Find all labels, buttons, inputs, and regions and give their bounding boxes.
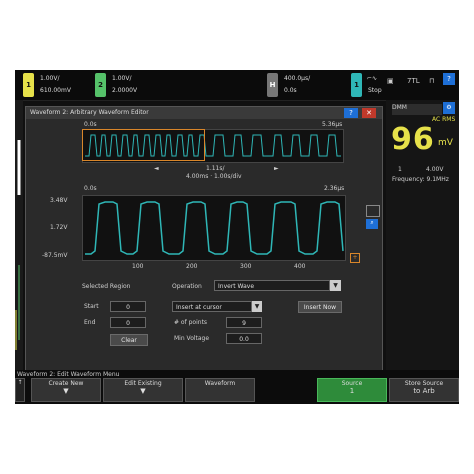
trigger-type-label[interactable]: 7TL bbox=[407, 77, 420, 85]
mode-icon[interactable]: ▣ bbox=[387, 77, 394, 85]
clear-button[interactable]: Clear bbox=[110, 334, 148, 346]
softkey-waveform[interactable]: Waveform bbox=[185, 378, 255, 402]
zoom-fit-icon[interactable] bbox=[366, 205, 380, 217]
softkey-store-source-label: Store Source bbox=[404, 380, 444, 387]
dmm-range: 4.00V bbox=[426, 166, 444, 173]
zoom-end-time: 2.36µs bbox=[324, 185, 345, 192]
selected-region-label: Selected Region bbox=[82, 283, 131, 290]
softkey-edit-existing[interactable]: Edit Existing ▼ bbox=[103, 378, 183, 402]
min-voltage-label: Min Voltage bbox=[174, 335, 210, 342]
softkey-create-new-arrow: ▼ bbox=[63, 387, 69, 395]
softkey-store-source-value: to Arb bbox=[413, 387, 435, 395]
insert-now-button[interactable]: Insert Now bbox=[298, 301, 342, 313]
dmm-frequency: Frequency: 9.1MHz bbox=[392, 176, 449, 183]
x-tick-200: 200 bbox=[186, 263, 198, 270]
dmm-unit: mV bbox=[438, 138, 453, 148]
nav-scale: 4.00ms · 1.00s/div bbox=[186, 173, 242, 180]
start-label: Start bbox=[84, 303, 99, 310]
operation-dropdown-icon[interactable]: ▼ bbox=[330, 280, 341, 291]
nav-left-arrow[interactable]: ◄ bbox=[154, 165, 159, 172]
cursor-marker-icon[interactable]: + bbox=[350, 253, 360, 263]
timebase-scale: 400.0µs/ bbox=[284, 75, 311, 82]
softkey-source-label: Source bbox=[341, 380, 363, 387]
channel-strip: 1 1.00V/ 610.00mV 2 1.00V/ 2.0000V H 400… bbox=[15, 70, 459, 101]
softkey-source-value: 1 bbox=[349, 387, 355, 395]
measure-icon[interactable]: ⊓ bbox=[429, 77, 434, 85]
overview-start-time: 0.0s bbox=[84, 121, 97, 128]
dmm-reading: 96 bbox=[391, 122, 435, 157]
softkey-edit-existing-arrow: ▼ bbox=[140, 387, 146, 395]
dmm-panel: DMM ⚙ AC RMS 96 mV 1 4.00V Frequency: 9.… bbox=[386, 100, 459, 370]
dmm-channel: 1 bbox=[398, 166, 402, 173]
points-field[interactable]: 9 bbox=[226, 317, 262, 328]
softkey-edit-existing-label: Edit Existing bbox=[124, 380, 162, 387]
left-rail-marks bbox=[15, 140, 21, 350]
end-label: End bbox=[84, 319, 96, 326]
softkey-source[interactable]: Source 1 bbox=[317, 378, 387, 402]
nav-position: 1.11s/ bbox=[206, 165, 225, 172]
dmm-mode: AC RMS bbox=[432, 116, 456, 123]
insert-at-cursor-select[interactable]: Insert at cursor bbox=[172, 301, 252, 312]
points-label: # of points bbox=[174, 319, 208, 326]
timebase-delay: 0.0s bbox=[284, 87, 297, 94]
zoom-waveform[interactable] bbox=[82, 195, 346, 261]
dmm-settings-icon[interactable]: ⚙ bbox=[443, 102, 455, 114]
channel-1-scale: 1.00V/ bbox=[40, 75, 60, 82]
min-voltage-field[interactable]: 0.0 bbox=[226, 333, 262, 344]
softkey-waveform-label: Waveform bbox=[204, 380, 236, 387]
softkey-create-new-label: Create New bbox=[48, 380, 84, 387]
channel-1-offset: 610.00mV bbox=[40, 87, 71, 94]
help-icon[interactable]: ? bbox=[443, 73, 455, 85]
dialog-title: Waveform 2: Arbitrary Waveform Editor bbox=[30, 109, 149, 116]
nav-right-arrow[interactable]: ► bbox=[274, 165, 279, 172]
channel-2-offset: 2.0000V bbox=[112, 87, 138, 94]
softkey-store-source[interactable]: Store Source to Arb bbox=[389, 378, 459, 402]
operation-select[interactable]: Invert Wave bbox=[214, 280, 330, 291]
x-tick-300: 300 bbox=[240, 263, 252, 270]
channel-2-scale: 1.00V/ bbox=[112, 75, 132, 82]
y-label-top: 3.48V bbox=[50, 197, 68, 204]
x-tick-400: 400 bbox=[294, 263, 306, 270]
operation-label: Operation bbox=[172, 283, 202, 290]
trigger-icon: ⌐∿ bbox=[367, 75, 378, 82]
dmm-title[interactable]: DMM bbox=[392, 104, 442, 115]
zoom-icon[interactable]: ⌕ bbox=[366, 219, 378, 229]
left-rail bbox=[15, 100, 23, 370]
y-label-mid: 1.72V bbox=[50, 224, 68, 231]
x-tick-100: 100 bbox=[132, 263, 144, 270]
overview-selection-box[interactable] bbox=[82, 129, 205, 161]
status-text: Waveform 2: Edit Waveform Menu bbox=[17, 371, 120, 378]
close-icon[interactable]: ✕ bbox=[362, 108, 376, 118]
zoom-start-time: 0.0s bbox=[84, 185, 97, 192]
run-stop-state: Stop bbox=[368, 87, 382, 94]
y-label-bottom: -87.5mV bbox=[42, 252, 68, 259]
help-icon[interactable]: ? bbox=[344, 108, 358, 118]
trigger-tag: 1 bbox=[351, 73, 362, 97]
zoom-trace bbox=[85, 201, 344, 255]
timebase-icon: H bbox=[267, 73, 278, 97]
menu-back-icon[interactable]: ↑ bbox=[15, 378, 25, 402]
oscilloscope-screen: 1 1.00V/ 610.00mV 2 1.00V/ 2.0000V H 400… bbox=[15, 70, 459, 404]
insert-dropdown-icon[interactable]: ▼ bbox=[252, 301, 262, 312]
end-field[interactable]: 0 bbox=[110, 317, 146, 328]
dialog-titlebar: Waveform 2: Arbitrary Waveform Editor ? … bbox=[26, 107, 382, 119]
channel-1-tag: 1 bbox=[23, 73, 34, 97]
channel-2-tag: 2 bbox=[95, 73, 106, 97]
overview-end-time: 5.36µs bbox=[322, 121, 343, 128]
start-field[interactable]: 0 bbox=[110, 301, 146, 312]
softkey-create-new[interactable]: Create New ▼ bbox=[31, 378, 101, 402]
arb-waveform-editor-dialog: Waveform 2: Arbitrary Waveform Editor ? … bbox=[25, 106, 383, 372]
softkey-bar: Waveform 2: Edit Waveform Menu ↑ Create … bbox=[15, 370, 459, 404]
